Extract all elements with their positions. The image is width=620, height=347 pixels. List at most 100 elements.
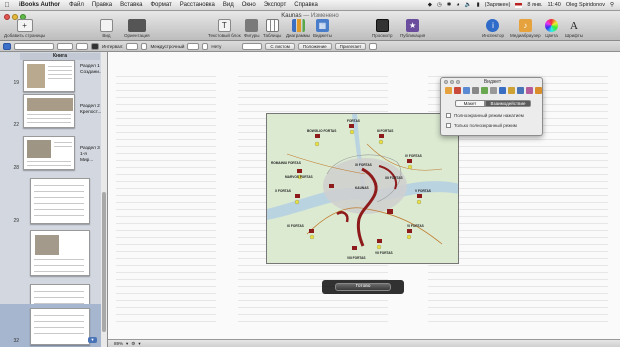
thumbnail-row[interactable]: 29 <box>0 176 100 228</box>
position-button[interactable]: Положение <box>297 42 332 50</box>
graphic-inspector-icon[interactable] <box>472 87 479 94</box>
quicktime-inspector-icon[interactable] <box>526 87 533 94</box>
thumbnail-row[interactable]: 22 Раздел 2 Крепост... <box>0 92 101 132</box>
thumbnail-row[interactable]: 28 Раздел 3 1-я Мир... <box>0 134 100 174</box>
text-color-well[interactable] <box>91 42 99 50</box>
fullscreen-only-checkbox[interactable] <box>446 123 451 128</box>
widgets-label: Виджеты <box>313 33 332 38</box>
inspector-button[interactable]: i Инспектор <box>482 19 504 38</box>
table-inspector-icon[interactable] <box>490 87 497 94</box>
publish-button[interactable]: ★ Публикация <box>400 19 425 38</box>
line-spacing-field[interactable] <box>187 42 200 50</box>
battery-status[interactable]: (Заряжен) <box>485 2 511 8</box>
page-thumbnail[interactable] <box>30 178 90 224</box>
menu-insert[interactable]: Вставка <box>116 2 146 8</box>
thumbnail-row[interactable]: 30 <box>0 228 100 312</box>
fonts-button[interactable]: A Шрифты <box>565 19 583 39</box>
line-style-select[interactable] <box>242 42 263 50</box>
action-menu-icon[interactable]: ⚙ <box>131 341 135 347</box>
metrics-inspector-icon[interactable] <box>481 87 488 94</box>
add-pages-label: Добавить страницы <box>4 33 46 38</box>
spacing-field[interactable] <box>126 42 139 50</box>
timemachine-icon[interactable]: ◷ <box>437 2 442 8</box>
link-inspector-icon[interactable] <box>508 87 515 94</box>
apple-menu-icon[interactable]:  <box>0 2 14 9</box>
thumbnail-row[interactable]: 19 Раздел 1 Создани... <box>0 56 103 92</box>
menu-view[interactable]: Вид <box>219 2 238 8</box>
page-thumbnail[interactable] <box>30 308 90 345</box>
zoom-value[interactable]: 89% <box>114 341 123 346</box>
search-icon[interactable]: ⚲ <box>610 2 614 8</box>
chart-inspector-icon[interactable] <box>499 87 506 94</box>
wrap-button[interactable]: Прилегает <box>334 42 367 50</box>
page-sidebar: Книга 19 Раздел 1 Создани... 22 Раздел 2… <box>0 52 108 347</box>
wifi-icon[interactable]: ◕ <box>456 2 459 8</box>
menu-edit[interactable]: Правка <box>88 2 116 8</box>
menu-arrange[interactable]: Расстановка <box>176 2 219 8</box>
font-select[interactable] <box>57 42 73 50</box>
menu-help[interactable]: Справка <box>290 2 322 8</box>
thumbnail-image <box>27 64 45 88</box>
textbox-button[interactable]: T Текстовый блок <box>208 19 241 38</box>
flag-icon[interactable] <box>515 2 523 8</box>
text-inspector-icon[interactable] <box>463 87 470 94</box>
fullscreen-tap-checkbox[interactable] <box>446 113 451 118</box>
thumbnail-menu-button[interactable]: ▼ <box>88 337 97 343</box>
sidebar-scroll-thumb[interactable] <box>102 192 106 332</box>
bluetooth-icon[interactable]: ✱ <box>447 2 452 8</box>
document-inspector-icon[interactable] <box>445 87 452 94</box>
page-number: 32 <box>13 338 19 344</box>
zoom-stepper-icon[interactable]: ▾ <box>126 341 128 347</box>
tab-layout[interactable]: Макет <box>455 100 485 107</box>
clock[interactable]: 11:40 <box>547 2 560 8</box>
battery-icon[interactable]: ▮ <box>477 2 480 8</box>
menu-file[interactable]: Файл <box>65 2 88 8</box>
menu-bar:  iBooks Author Файл Правка Вставка Форм… <box>0 0 620 11</box>
font-size-field[interactable] <box>76 42 88 50</box>
volume-icon[interactable]: 🔈 <box>465 2 472 8</box>
arrange-field[interactable] <box>369 42 378 50</box>
panel-title: Виджет <box>483 79 502 85</box>
tab-interaction[interactable]: Взаимодействие <box>485 100 531 107</box>
page-thumbnail[interactable] <box>23 94 75 128</box>
widget-inspector-icon[interactable] <box>517 87 524 94</box>
preview-button[interactable]: Просмотр <box>372 19 393 38</box>
orientation-label: Ориентация <box>124 33 150 38</box>
paragraph-style-select[interactable] <box>14 42 54 50</box>
tables-button[interactable]: Таблицы <box>263 19 281 38</box>
map-label: BOWGLIO FORTAS <box>307 129 336 133</box>
kaunas-fortress-map[interactable]: BOWGLIO FORTAS FORTAS III FORTAS IV FORT… <box>266 113 459 264</box>
view-button[interactable]: Вид <box>100 19 113 38</box>
dropbox-icon[interactable]: ◆ <box>428 2 432 8</box>
section-label: Раздел 2 Крепост... <box>80 104 101 116</box>
action-menu-chevron-icon[interactable]: ▾ <box>138 341 140 347</box>
page-thumbnail[interactable] <box>30 230 90 276</box>
layout-inspector-icon[interactable] <box>454 87 461 94</box>
menu-window[interactable]: Окно <box>238 2 260 8</box>
add-pages-button[interactable]: + Добавить страницы <box>4 19 45 38</box>
menu-app-name[interactable]: iBooks Author <box>14 2 65 8</box>
shapes-button[interactable]: Фигуры <box>244 19 260 38</box>
list-checkbox[interactable] <box>202 42 209 50</box>
view-icon <box>100 19 113 32</box>
section-subtitle: 1-я Мир... <box>80 152 94 163</box>
widgets-button[interactable]: ▦ Виджеты <box>313 19 332 38</box>
media-browser-button[interactable]: ♪ Медиабраузер <box>510 19 541 38</box>
orientation-button[interactable]: Ориентация <box>124 19 150 38</box>
colors-button[interactable]: Цвета <box>545 19 558 38</box>
with-page-button[interactable]: С листом <box>265 42 295 50</box>
page-number: 22 <box>13 122 19 128</box>
page-thumbnail[interactable] <box>23 136 75 170</box>
thumbnail-row-selected[interactable]: 32 ▼ <box>0 304 101 347</box>
date[interactable]: 8 янв. <box>527 2 542 8</box>
page-thumbnail[interactable] <box>23 60 75 92</box>
spacing-stepper[interactable] <box>141 42 148 50</box>
media-inspector-icon[interactable] <box>535 87 542 94</box>
style-button[interactable] <box>3 42 11 50</box>
menu-export[interactable]: Экспорт <box>260 2 291 8</box>
charts-button[interactable]: Диаграммы <box>286 19 310 38</box>
color-wheel-icon <box>545 19 558 32</box>
user-name[interactable]: Oleg Spiridonov <box>566 2 605 8</box>
done-button[interactable]: Готово <box>335 283 391 291</box>
menu-format[interactable]: Формат <box>146 2 175 8</box>
